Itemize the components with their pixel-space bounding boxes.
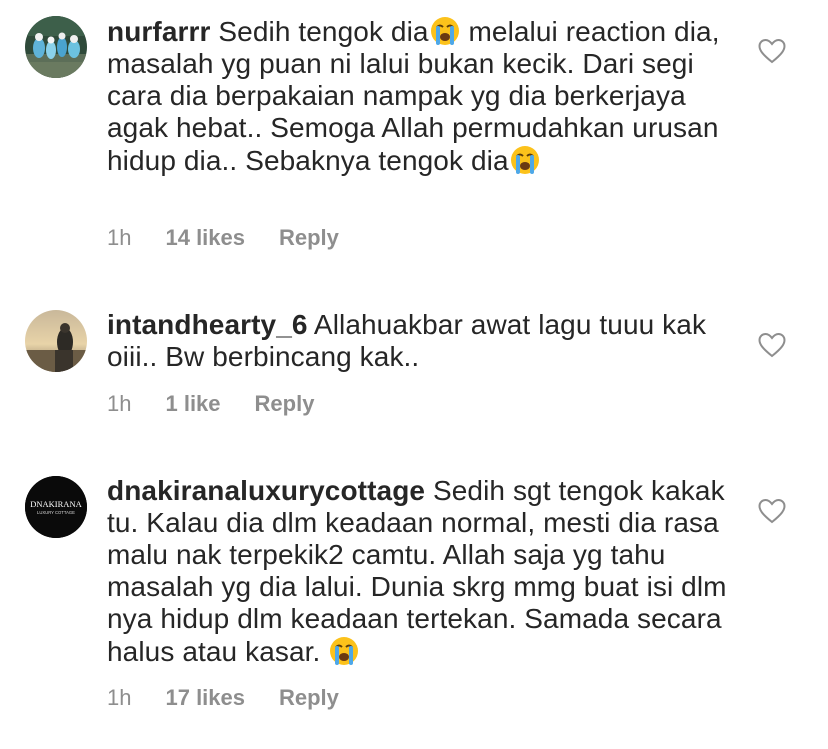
reply-button[interactable]: Reply <box>279 225 339 251</box>
likes-count-button[interactable]: 1 like <box>165 391 220 417</box>
loudly-crying-face-icon <box>429 15 461 47</box>
comment-body: dnakiranaluxurycottage Sedih sgt tengok … <box>107 475 727 668</box>
loudly-crying-face-icon <box>509 144 541 176</box>
likes-count-button[interactable]: 14 likes <box>165 225 245 251</box>
comment-timestamp: 1h <box>107 391 132 416</box>
comment-meta: 1h 17 likes Reply <box>107 685 339 711</box>
comment-body: nurfarrr Sedih tengok dia melalui reacti… <box>107 15 727 177</box>
avatar[interactable] <box>25 310 87 372</box>
reply-button[interactable]: Reply <box>279 685 339 711</box>
svg-text:DNAKIRANA: DNAKIRANA <box>30 499 82 509</box>
comment-username[interactable]: dnakiranaluxurycottage <box>107 475 425 506</box>
comment-meta: 1h 1 like Reply <box>107 391 314 417</box>
like-heart-icon[interactable] <box>758 38 786 64</box>
reply-button[interactable]: Reply <box>255 391 315 417</box>
avatar[interactable] <box>25 16 87 78</box>
like-heart-icon[interactable] <box>758 332 786 358</box>
like-heart-icon[interactable] <box>758 498 786 524</box>
likes-count-button[interactable]: 17 likes <box>165 685 245 711</box>
comment-username[interactable]: nurfarrr <box>107 16 211 47</box>
avatar-photo <box>25 310 87 372</box>
comment-username[interactable]: intandhearty_6 <box>107 309 308 340</box>
comment-timestamp: 1h <box>107 225 132 250</box>
loudly-crying-face-icon <box>328 635 360 667</box>
avatar[interactable]: DNAKIRANA LUXURY COTTAGE <box>25 476 87 538</box>
comment-text: Sedih tengok dia <box>210 16 429 47</box>
comment-meta: 1h 14 likes Reply <box>107 225 339 251</box>
svg-text:LUXURY COTTAGE: LUXURY COTTAGE <box>37 510 75 515</box>
avatar-photo <box>25 16 87 78</box>
comment-body: intandhearty_6 Allahuakbar awat lagu tuu… <box>107 309 727 373</box>
dnakirana-logo: DNAKIRANA LUXURY COTTAGE <box>25 476 87 538</box>
comment-timestamp: 1h <box>107 685 132 710</box>
